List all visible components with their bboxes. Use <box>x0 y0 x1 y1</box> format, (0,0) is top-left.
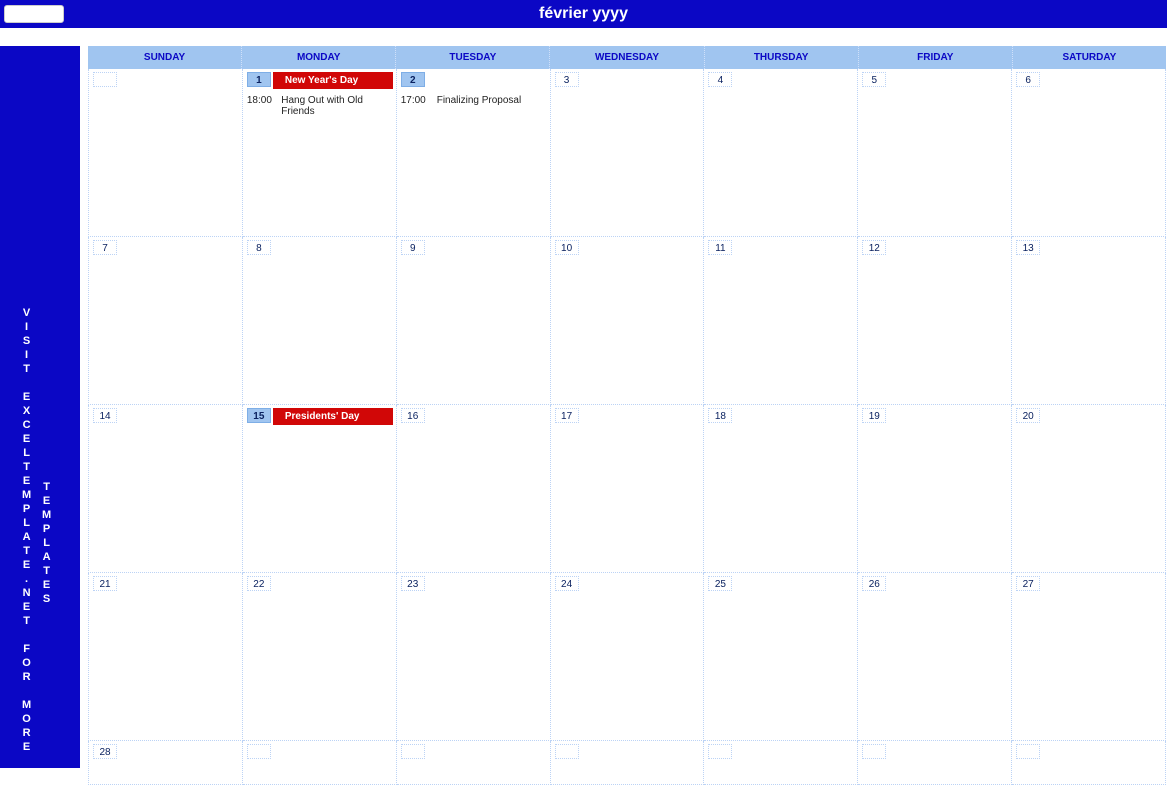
sidebar-promo-text-2: T E M P L A T E S <box>42 480 52 606</box>
day-number: 25 <box>708 576 732 591</box>
calendar-cell[interactable]: 21 <box>88 573 243 741</box>
holiday-badge: New Year's Day <box>273 72 393 89</box>
calendar-cell[interactable]: 3 <box>551 69 705 237</box>
day-number: 28 <box>93 744 117 759</box>
calendar-cell[interactable]: 1New Year's Day 18:00 Hang Out with Old Fr… <box>243 69 397 237</box>
calendar-cell[interactable]: 4 <box>704 69 858 237</box>
calendar-cell[interactable] <box>704 741 858 785</box>
calendar-cell[interactable]: 24 <box>551 573 705 741</box>
calendar-cell[interactable]: 23 <box>397 573 551 741</box>
calendar-cell[interactable]: 9 <box>397 237 551 405</box>
weekday-header: WEDNESDAY <box>550 46 704 69</box>
day-number: 26 <box>862 576 886 591</box>
day-number: 21 <box>93 576 117 591</box>
day-number: 9 <box>401 240 425 255</box>
title-input[interactable] <box>4 5 64 23</box>
calendar-cell[interactable]: 10 <box>551 237 705 405</box>
day-number: 19 <box>862 408 886 423</box>
calendar-cell[interactable]: 27 <box>1012 573 1166 741</box>
calendar-cell[interactable]: 12 <box>858 237 1012 405</box>
holiday-badge: Presidents' Day <box>273 408 393 425</box>
event-text: Finalizing Proposal <box>437 95 522 106</box>
calendar-cell[interactable]: 20 <box>1012 405 1166 573</box>
day-number: 1 <box>247 72 271 87</box>
sidebar: V I S I T E X C E L T E M P L A T E . N … <box>0 46 80 768</box>
day-number: 7 <box>93 240 117 255</box>
calendar-week-row: 28 <box>88 741 1166 785</box>
day-number: 20 <box>1016 408 1040 423</box>
day-number <box>1016 744 1040 759</box>
calendar-cell[interactable]: 25 <box>704 573 858 741</box>
day-number: 8 <box>247 240 271 255</box>
calendar-weeks: 1New Year's Day 18:00 Hang Out with Old Fr… <box>88 69 1166 785</box>
calendar-cell[interactable]: 18 <box>704 405 858 573</box>
weekday-header: TUESDAY <box>396 46 550 69</box>
calendar-cell[interactable]: 19 <box>858 405 1012 573</box>
day-number: 22 <box>247 576 271 591</box>
day-number: 5 <box>862 72 886 87</box>
calendar-cell[interactable]: 15Presidents' Day <box>243 405 397 573</box>
day-number: 23 <box>401 576 425 591</box>
calendar-event[interactable]: 18:00 Hang Out with Old Friends <box>247 95 393 117</box>
calendar-cell[interactable]: 28 <box>88 741 243 785</box>
calendar-cell[interactable]: 14 <box>88 405 243 573</box>
day-number: 14 <box>93 408 117 423</box>
day-number: 27 <box>1016 576 1040 591</box>
calendar-cell[interactable] <box>858 741 1012 785</box>
calendar-cell[interactable] <box>1012 741 1166 785</box>
calendar-cell[interactable] <box>551 741 705 785</box>
weekday-header: MONDAY <box>242 46 396 69</box>
weekday-header: THURSDAY <box>705 46 859 69</box>
calendar-cell[interactable]: 17 <box>551 405 705 573</box>
event-time: 18:00 <box>247 95 275 117</box>
calendar-cell[interactable]: 6 <box>1012 69 1166 237</box>
day-number: 2 <box>401 72 425 87</box>
day-number: 16 <box>401 408 425 423</box>
page-title: février yyyy <box>0 5 1167 23</box>
calendar-cell[interactable]: 5 <box>858 69 1012 237</box>
weekday-header: FRIDAY <box>859 46 1013 69</box>
weekday-header: SUNDAY <box>88 46 242 69</box>
day-number: 17 <box>555 408 579 423</box>
weekday-header-row: SUNDAYMONDAYTUESDAYWEDNESDAYTHURSDAYFRID… <box>88 46 1166 69</box>
calendar-cell[interactable]: 7 <box>88 237 243 405</box>
calendar-week-row: 7 8 9 10 11 12 13 <box>88 237 1166 405</box>
day-number: 11 <box>708 240 732 255</box>
day-number: 24 <box>555 576 579 591</box>
calendar-cell[interactable]: 13 <box>1012 237 1166 405</box>
calendar-week-row: 14 15Presidents' Day 16 17 18 19 20 <box>88 405 1166 573</box>
calendar-cell[interactable]: 11 <box>704 237 858 405</box>
day-number <box>93 72 117 87</box>
day-number: 6 <box>1016 72 1040 87</box>
calendar-cell[interactable]: 8 <box>243 237 397 405</box>
day-number <box>708 744 732 759</box>
day-number: 10 <box>555 240 579 255</box>
weekday-header: SATURDAY <box>1013 46 1166 69</box>
calendar-cell[interactable] <box>397 741 551 785</box>
calendar-week-row: 21 22 23 24 25 26 27 <box>88 573 1166 741</box>
calendar: SUNDAYMONDAYTUESDAYWEDNESDAYTHURSDAYFRID… <box>88 46 1166 785</box>
day-number <box>555 744 579 759</box>
calendar-cell[interactable] <box>243 741 397 785</box>
day-number: 18 <box>708 408 732 423</box>
calendar-cell[interactable] <box>88 69 243 237</box>
day-number <box>247 744 271 759</box>
event-text: Hang Out with Old Friends <box>281 95 392 117</box>
event-time: 17:00 <box>401 95 431 106</box>
calendar-event[interactable]: 17:00 Finalizing Proposal <box>401 95 547 106</box>
sidebar-promo-text: V I S I T E X C E L T E M P L A T E . N … <box>22 306 32 754</box>
calendar-week-row: 1New Year's Day 18:00 Hang Out with Old Fr… <box>88 69 1166 237</box>
day-number: 15 <box>247 408 271 423</box>
calendar-cell[interactable]: 16 <box>397 405 551 573</box>
day-number <box>862 744 886 759</box>
day-number: 4 <box>708 72 732 87</box>
day-number: 12 <box>862 240 886 255</box>
title-bar: février yyyy <box>0 0 1167 28</box>
calendar-cell[interactable]: 26 <box>858 573 1012 741</box>
day-number <box>401 744 425 759</box>
calendar-cell[interactable]: 22 <box>243 573 397 741</box>
calendar-cell[interactable]: 2 17:00 Finalizing Proposal <box>397 69 551 237</box>
day-number: 13 <box>1016 240 1040 255</box>
day-number: 3 <box>555 72 579 87</box>
